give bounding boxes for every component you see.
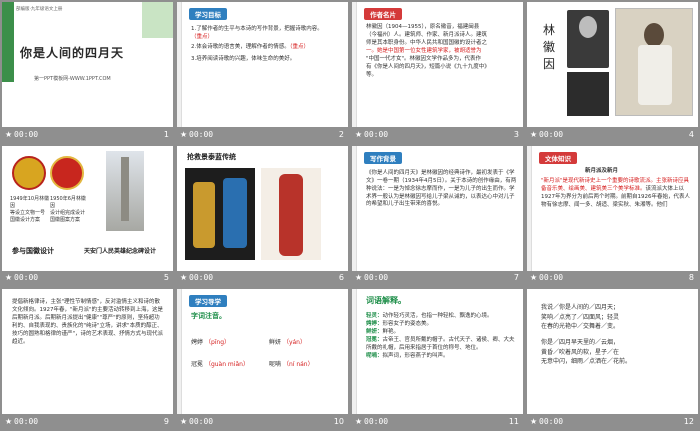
slide-6-heading: 抢救景泰蓝传统 xyxy=(187,152,236,161)
slide-3-canvas: 作者名片 林徽因（1904—1955），原名徽音，福建闽县 （今福州）人。建筑师… xyxy=(352,2,523,127)
slide-8-canvas: 文体知识 新月派及新月 "新月派"是现代新诗史上一个重要的诗歌流派。主张新诗应具… xyxy=(527,145,698,271)
slide-7-text: 《你是人间的四月天》是林徽因的经典诗作，最初发表于《学文》一卷一期（1934年4… xyxy=(366,169,517,208)
slide-2-canvas: 学习目标 1.了解作者的生平与本诗的写作背景，把握诗歌内容。（重点） 2.体会诗… xyxy=(177,2,348,127)
cloisonne-photo-1 xyxy=(185,167,255,260)
slide-12-poem: 我说／你是人间的／四月天； 笑响／点亮了／四面风；轻灵 在春的光艳中／交舞着／变… xyxy=(541,304,632,366)
slide-2-bar: ★ 00:00 2 xyxy=(177,127,348,142)
slide-7-canvas: 写作背景 《你是人间的四月天》是林徽因的经典诗作，最初发表于《学文》一卷一期（1… xyxy=(352,145,523,271)
slide-thumb-1[interactable]: 部编版·九年级语文上册 你是人间的四月天 第一PPT模板网-WWW.1PPT.C… xyxy=(0,0,175,144)
slide-10-canvas: 学习导学 字词注音。 娉婷 （pīng） 鲜妍 （yán） 冠冕 （guàn m… xyxy=(177,289,348,415)
slide-1-footer: 第一PPT模板网-WWW.1PPT.COM xyxy=(34,76,111,82)
slide-2-item-2: 2.体会诗歌的语言美，理解作者的情感。（重点） xyxy=(191,44,310,50)
monument-photo xyxy=(106,150,144,231)
star-icon: ★ xyxy=(180,416,188,426)
slide-thumb-3[interactable]: 作者名片 林徽因（1904—1955），原名徽音，福建闽县 （今福州）人。建筑师… xyxy=(350,0,525,144)
slide-1-series-label: 部编版·九年级语文上册 xyxy=(16,7,63,12)
star-icon: ★ xyxy=(355,273,363,283)
slide-4-bar: ★ 00:00 4 xyxy=(527,127,698,142)
slide-8-subheading: 新月派及新月 xyxy=(585,167,619,174)
star-icon: ★ xyxy=(5,416,13,426)
slide-12-bar: ★ 00:00 12 xyxy=(527,414,698,429)
slide-thumb-5[interactable]: 1949年10月林徽因 等设立文物一号 国徽设计方案 1950年6月林徽因 设计… xyxy=(0,144,175,288)
slide-2-heading: 学习目标 xyxy=(189,8,227,20)
slide-8-bar: ★ 00:00 8 xyxy=(527,271,698,286)
slide-2-item-3: 3.培养阅读诗歌的兴趣，体味生命的美好。 xyxy=(191,56,296,62)
slide-1-canvas: 部编版·九年级语文上册 你是人间的四月天 第一PPT模板网-WWW.1PPT.C… xyxy=(2,2,173,127)
slide-10-bar: ★ 00:00 10 xyxy=(177,414,348,429)
slide-12-canvas: 我说／你是人间的／四月天； 笑响／点亮了／四面风；轻灵 在春的光艳中／交舞着／变… xyxy=(527,289,698,415)
slide-8-text: "新月派"是现代新诗史上一个重要的诗歌流派。主张新诗应具备音乐美、绘画美、建筑美… xyxy=(541,177,690,208)
star-icon: ★ xyxy=(5,273,13,283)
slide-thumb-6[interactable]: 抢救景泰蓝传统 ★ 00:00 6 xyxy=(175,144,350,288)
slide-5-caption-left: 参与国徽设计 xyxy=(12,246,54,255)
slide-9-text: 提倡新格律诗，主张"理性节制情感"，反对滥情主义和诗的散文化倾向。1927年春，… xyxy=(12,299,164,346)
slide-3-heading: 作者名片 xyxy=(364,8,402,20)
word-2: 鲜妍 （yán） xyxy=(269,339,306,347)
slide-1-title: 你是人间的四月天 xyxy=(20,46,125,60)
slide-5-caption-right: 天安门人民英雄纪念碑设计 xyxy=(84,247,157,255)
cloisonne-photo-2 xyxy=(261,167,321,260)
slide-11-bar: ★ 00:00 11 xyxy=(352,414,523,429)
word-1: 娉婷 （pīng） xyxy=(191,339,231,347)
emblem-icon-1 xyxy=(12,155,46,190)
slide-6-canvas: 抢救景泰蓝传统 xyxy=(177,145,348,271)
slide-1-time: 00:00 xyxy=(14,129,39,139)
slide-11-defs: 轻灵：动作轻巧灵活，也指一种轻松、飘逸的心境。 娉婷：形容女子的姿态美。 鲜妍：… xyxy=(366,313,515,360)
slide-7-bar: ★ 00:00 7 xyxy=(352,271,523,286)
slide-thumb-2[interactable]: 学习目标 1.了解作者的生平与本诗的写作背景，把握诗歌内容。（重点） 2.体会诗… xyxy=(175,0,350,144)
slide-thumb-11[interactable]: 词语解释。 轻灵：动作轻巧灵活，也指一种轻松、飘逸的心境。 娉婷：形容女子的姿态… xyxy=(350,287,525,431)
slide-thumb-12[interactable]: 我说／你是人间的／四月天； 笑响／点亮了／四面风；轻灵 在春的光艳中／交舞着／变… xyxy=(525,287,700,431)
slide-2-item-1: 1.了解作者的生平与本诗的写作背景，把握诗歌内容。（重点） xyxy=(191,26,323,40)
slide-3-bio: 林徽因（1904—1955），原名徽音，福建闽县 （今福州）人。建筑师、作家、新… xyxy=(366,24,490,78)
slide-thumb-9[interactable]: 提倡新格律诗，主张"理性节制情感"，反对滥情主义和诗的散文化倾向。1927年春，… xyxy=(0,287,175,431)
slide-10-heading: 学习导学 xyxy=(189,295,227,308)
portrait-photo-1 xyxy=(567,10,609,68)
slide-3-bar: ★ 00:00 3 xyxy=(352,127,523,142)
slide-1-number: 1 xyxy=(163,129,169,139)
slide-thumb-10[interactable]: 学习导学 字词注音。 娉婷 （pīng） 鲜妍 （yán） 冠冕 （guàn m… xyxy=(175,287,350,431)
slide-thumb-7[interactable]: 写作背景 《你是人间的四月天》是林徽因的经典诗作，最初发表于《学文》一卷一期（1… xyxy=(350,144,525,288)
star-icon: ★ xyxy=(355,129,363,139)
star-icon: ★ xyxy=(530,129,538,139)
slide-11-canvas: 词语解释。 轻灵：动作轻巧灵活，也指一种轻松、飘逸的心境。 娉婷：形容女子的姿态… xyxy=(352,289,523,415)
slide-5-canvas: 1949年10月林徽因 等设立文物一号 国徽设计方案 1950年6月林徽因 设计… xyxy=(2,145,173,271)
slide-thumb-8[interactable]: 文体知识 新月派及新月 "新月派"是现代新诗史上一个重要的诗歌流派。主张新诗应具… xyxy=(525,144,700,288)
leaf-decoration xyxy=(142,2,173,38)
slide-11-heading: 词语解释。 xyxy=(366,296,406,306)
slide-4-name: 林 徽 因 xyxy=(543,23,556,71)
slide-6-bar: ★ 00:00 6 xyxy=(177,271,348,286)
emblem-icon-2 xyxy=(50,155,84,190)
star-icon: ★ xyxy=(530,416,538,426)
portrait-photo-2 xyxy=(615,8,693,116)
portrait-photo-3 xyxy=(567,72,609,116)
word-4: 呢喃 （ní nán） xyxy=(269,361,314,369)
word-3: 冠冕 （guàn miǎn） xyxy=(191,361,249,369)
slide-9-canvas: 提倡新格律诗，主张"理性节制情感"，反对滥情主义和诗的散文化倾向。1927年春，… xyxy=(2,289,173,415)
slide-4-canvas: 林 徽 因 xyxy=(527,2,698,127)
slide-5-bar: ★ 00:00 5 xyxy=(2,271,173,286)
star-icon: ★ xyxy=(180,129,188,139)
slide-thumb-4[interactable]: 林 徽 因 ★ 00:00 4 xyxy=(525,0,700,144)
slide-9-bar: ★ 00:00 9 xyxy=(2,414,173,429)
star-icon: ★ xyxy=(530,273,538,283)
star-icon: ★ xyxy=(180,273,188,283)
slide-7-heading: 写作背景 xyxy=(364,151,402,164)
star-icon: ★ xyxy=(5,129,13,139)
slide-8-heading: 文体知识 xyxy=(539,151,577,164)
slide-1-bar: ★ 00:00 1 xyxy=(2,127,173,142)
green-decoration xyxy=(2,2,14,82)
slide-10-sub: 字词注音。 xyxy=(191,312,226,321)
star-icon: ★ xyxy=(355,416,363,426)
slide-sorter-grid: 部编版·九年级语文上册 你是人间的四月天 第一PPT模板网-WWW.1PPT.C… xyxy=(0,0,700,431)
